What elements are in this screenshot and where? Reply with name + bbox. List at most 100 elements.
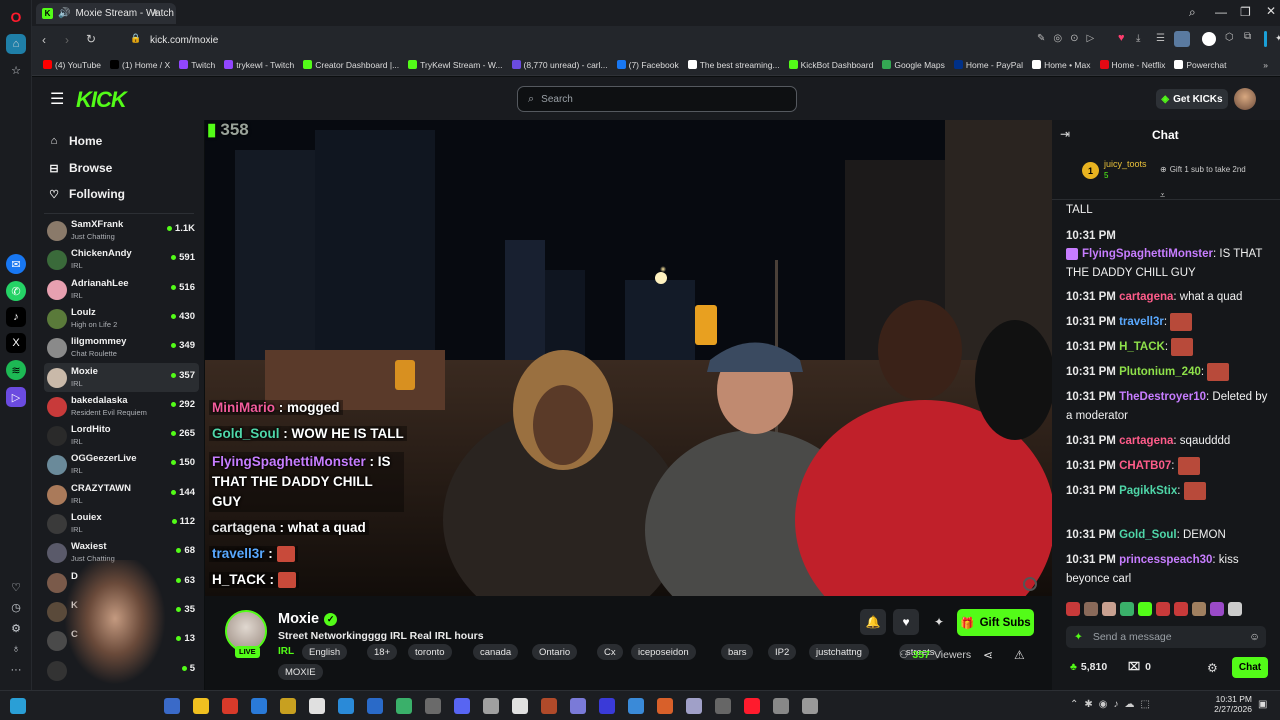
gift-hint[interactable]: ⊕ Gift 1 sub to take 2nd	[1160, 165, 1246, 174]
chat-username[interactable]: TheDestroyer10	[1119, 391, 1206, 403]
chat-send-button[interactable]: Chat	[1232, 657, 1268, 678]
sparkle-button[interactable]: ✦	[926, 609, 952, 635]
chat-username[interactable]: Gold_Soul	[1119, 529, 1177, 541]
tag-chip[interactable]: toronto	[408, 644, 452, 660]
sidebar-channel-louiex[interactable]: Louiex IRL 112	[44, 509, 199, 538]
emote-icon[interactable]	[1192, 602, 1206, 616]
bookmark-item[interactable]: Google Maps	[882, 60, 945, 70]
bookmarks-more-icon[interactable]: »	[1263, 60, 1268, 70]
sidebar-channel-crazytawn[interactable]: CRAZYTAWN IRL 144	[44, 480, 199, 509]
nav-following[interactable]: ♡ Following	[48, 187, 125, 201]
bookmark-item[interactable]: trykewl - Twitch	[224, 60, 294, 70]
x-icon[interactable]: X	[6, 333, 26, 353]
bookmark-item[interactable]: KickBot Dashboard	[788, 60, 873, 70]
streamer-name-row[interactable]: Moxie ✓	[278, 611, 338, 627]
bookmark-item[interactable]: (1) Home / X	[110, 60, 170, 70]
taskbar-app-icon[interactable]	[483, 698, 499, 714]
tag-chip[interactable]: IP2	[768, 644, 797, 660]
taskbar-app-icon[interactable]	[280, 698, 296, 714]
new-tab-icon[interactable]: +	[152, 5, 160, 20]
heart-ext-icon[interactable]: ♥	[1118, 32, 1125, 44]
get-kicks-button[interactable]: ◈ Get KICKs	[1156, 89, 1228, 109]
clock[interactable]: 10:31 PM 2/27/2026	[1212, 694, 1252, 714]
whatsapp-icon[interactable]: ✆	[6, 281, 26, 301]
chat-username[interactable]: PagikkStix	[1119, 485, 1177, 497]
taskbar-app-icon[interactable]	[599, 698, 615, 714]
notification-icon[interactable]: ▣	[1258, 699, 1267, 710]
chat-username[interactable]: cartagena	[1119, 435, 1173, 447]
taskbar-app-icon[interactable]	[744, 698, 760, 714]
taskbar-app-icon[interactable]	[164, 698, 180, 714]
maximize-icon[interactable]: ❐	[1240, 5, 1251, 19]
tag-chip[interactable]: 18+	[367, 644, 398, 660]
taskbar-app-icon[interactable]	[773, 698, 789, 714]
report-icon[interactable]: ⚠	[1014, 648, 1025, 662]
emoji-icon[interactable]: ☺	[1249, 631, 1260, 643]
emote-icon[interactable]	[1066, 602, 1080, 616]
tab-search-icon[interactable]: ⌕	[1189, 5, 1196, 20]
taskbar-app-icon[interactable]	[454, 698, 470, 714]
bookmark-item[interactable]: (4) YouTube	[43, 60, 101, 70]
emote-icon[interactable]	[1102, 602, 1116, 616]
chat-username[interactable]: travell3r	[1119, 316, 1164, 328]
bookmark-item[interactable]: TryKewl Stream - W...	[408, 60, 503, 70]
tag-chip[interactable]: Ontario	[532, 644, 578, 660]
sidebar-channel-lordhito[interactable]: LordHito IRL 265	[44, 421, 199, 450]
bookmark-item[interactable]: Home • Max	[1032, 60, 1091, 70]
sidebar-channel-bakedalaska[interactable]: bakedalaska Resident Evil Requiem 292	[44, 392, 199, 421]
chat-username[interactable]: H_TACK	[1119, 341, 1165, 353]
url-field[interactable]: kick.com/moxie	[150, 35, 218, 46]
taskbar-app-icon[interactable]	[512, 698, 528, 714]
sidebar-channel-lilgmommey[interactable]: lilgmommey Chat Roulette 349	[44, 333, 199, 362]
more-icon[interactable]: ···	[6, 660, 26, 680]
cube-icon[interactable]: ⬡	[1225, 32, 1234, 43]
follow-button[interactable]: ♥	[893, 609, 919, 635]
emote-icon[interactable]	[1210, 602, 1224, 616]
category-link[interactable]: IRL	[278, 646, 294, 657]
emote-icon[interactable]	[1084, 602, 1098, 616]
taskbar-app-icon[interactable]	[425, 698, 441, 714]
bookmark-item[interactable]: (7) Facebook	[616, 60, 679, 70]
messenger-icon[interactable]: ✉	[6, 254, 26, 274]
taskbar-app-icon[interactable]	[715, 698, 731, 714]
toolbar-extension-icons[interactable]: ✎◎⊙▷	[1037, 33, 1102, 44]
emote-icon[interactable]	[1120, 602, 1134, 616]
bulb-icon[interactable]: ♁	[6, 639, 26, 659]
bookmark-item[interactable]: Home - Netflix	[1099, 60, 1165, 70]
user-avatar[interactable]	[1234, 88, 1256, 110]
sidebar-channel-loulz[interactable]: Loulz High on Life 2 430	[44, 304, 199, 333]
tag-chip[interactable]: Cx	[597, 644, 623, 660]
tag-chip[interactable]: MOXIE	[278, 664, 323, 680]
taskbar-app-icon[interactable]	[338, 698, 354, 714]
s-ext-icon[interactable]	[1202, 32, 1216, 46]
taskbar-app-icon[interactable]	[657, 698, 673, 714]
expand-pinned-icon[interactable]: ⩡	[1160, 190, 1165, 201]
taskbar-app-icon[interactable]	[570, 698, 586, 714]
collapse-chat-icon[interactable]: ⇥	[1060, 127, 1070, 141]
taskbar-app-icon[interactable]	[396, 698, 412, 714]
spotify-icon[interactable]: ≋	[6, 360, 26, 380]
taskbar-app-icon[interactable]	[251, 698, 267, 714]
bookmark-item[interactable]: Home - PayPal	[953, 60, 1023, 70]
gift-subs-button[interactable]: 🎁 Gift Subs	[957, 609, 1034, 636]
taskbar-app-icon[interactable]	[367, 698, 383, 714]
taskbar-app-icon[interactable]	[309, 698, 325, 714]
chat-settings-icon[interactable]: ⚙	[1207, 661, 1218, 675]
kick-logo[interactable]: KICK	[76, 87, 127, 113]
forward-icon[interactable]: ›	[65, 33, 69, 47]
menu-icon[interactable]: ☰	[1156, 33, 1165, 44]
sidebar-channel-chickenandy[interactable]: ChickenAndy IRL 591	[44, 245, 199, 274]
tray-icons[interactable]: ⌃✱◉♪☁⬚	[1070, 699, 1156, 710]
settings-icon[interactable]: ⚙	[6, 618, 26, 638]
drops-count[interactable]: ⌧ 0	[1128, 661, 1151, 673]
taskbar-app-icon[interactable]	[686, 698, 702, 714]
profile-ext-icon[interactable]	[1174, 31, 1190, 47]
emote-icon[interactable]	[1174, 602, 1188, 616]
video-player[interactable]: ▮ 358 MiniMario : mogged Gold_Soul : WOW H…	[205, 120, 1052, 596]
sidebar-channel-samxfrank[interactable]: SamXFrank Just Chatting 1.1K	[44, 216, 199, 245]
ext-icon[interactable]: ⧉	[1244, 31, 1251, 42]
download-icon[interactable]: ⤓	[1136, 33, 1140, 44]
bookmark-item[interactable]: Creator Dashboard |...	[303, 60, 399, 70]
nav-browse[interactable]: ⊟ Browse	[48, 161, 112, 175]
chat-username[interactable]: CHATB07	[1119, 460, 1171, 472]
